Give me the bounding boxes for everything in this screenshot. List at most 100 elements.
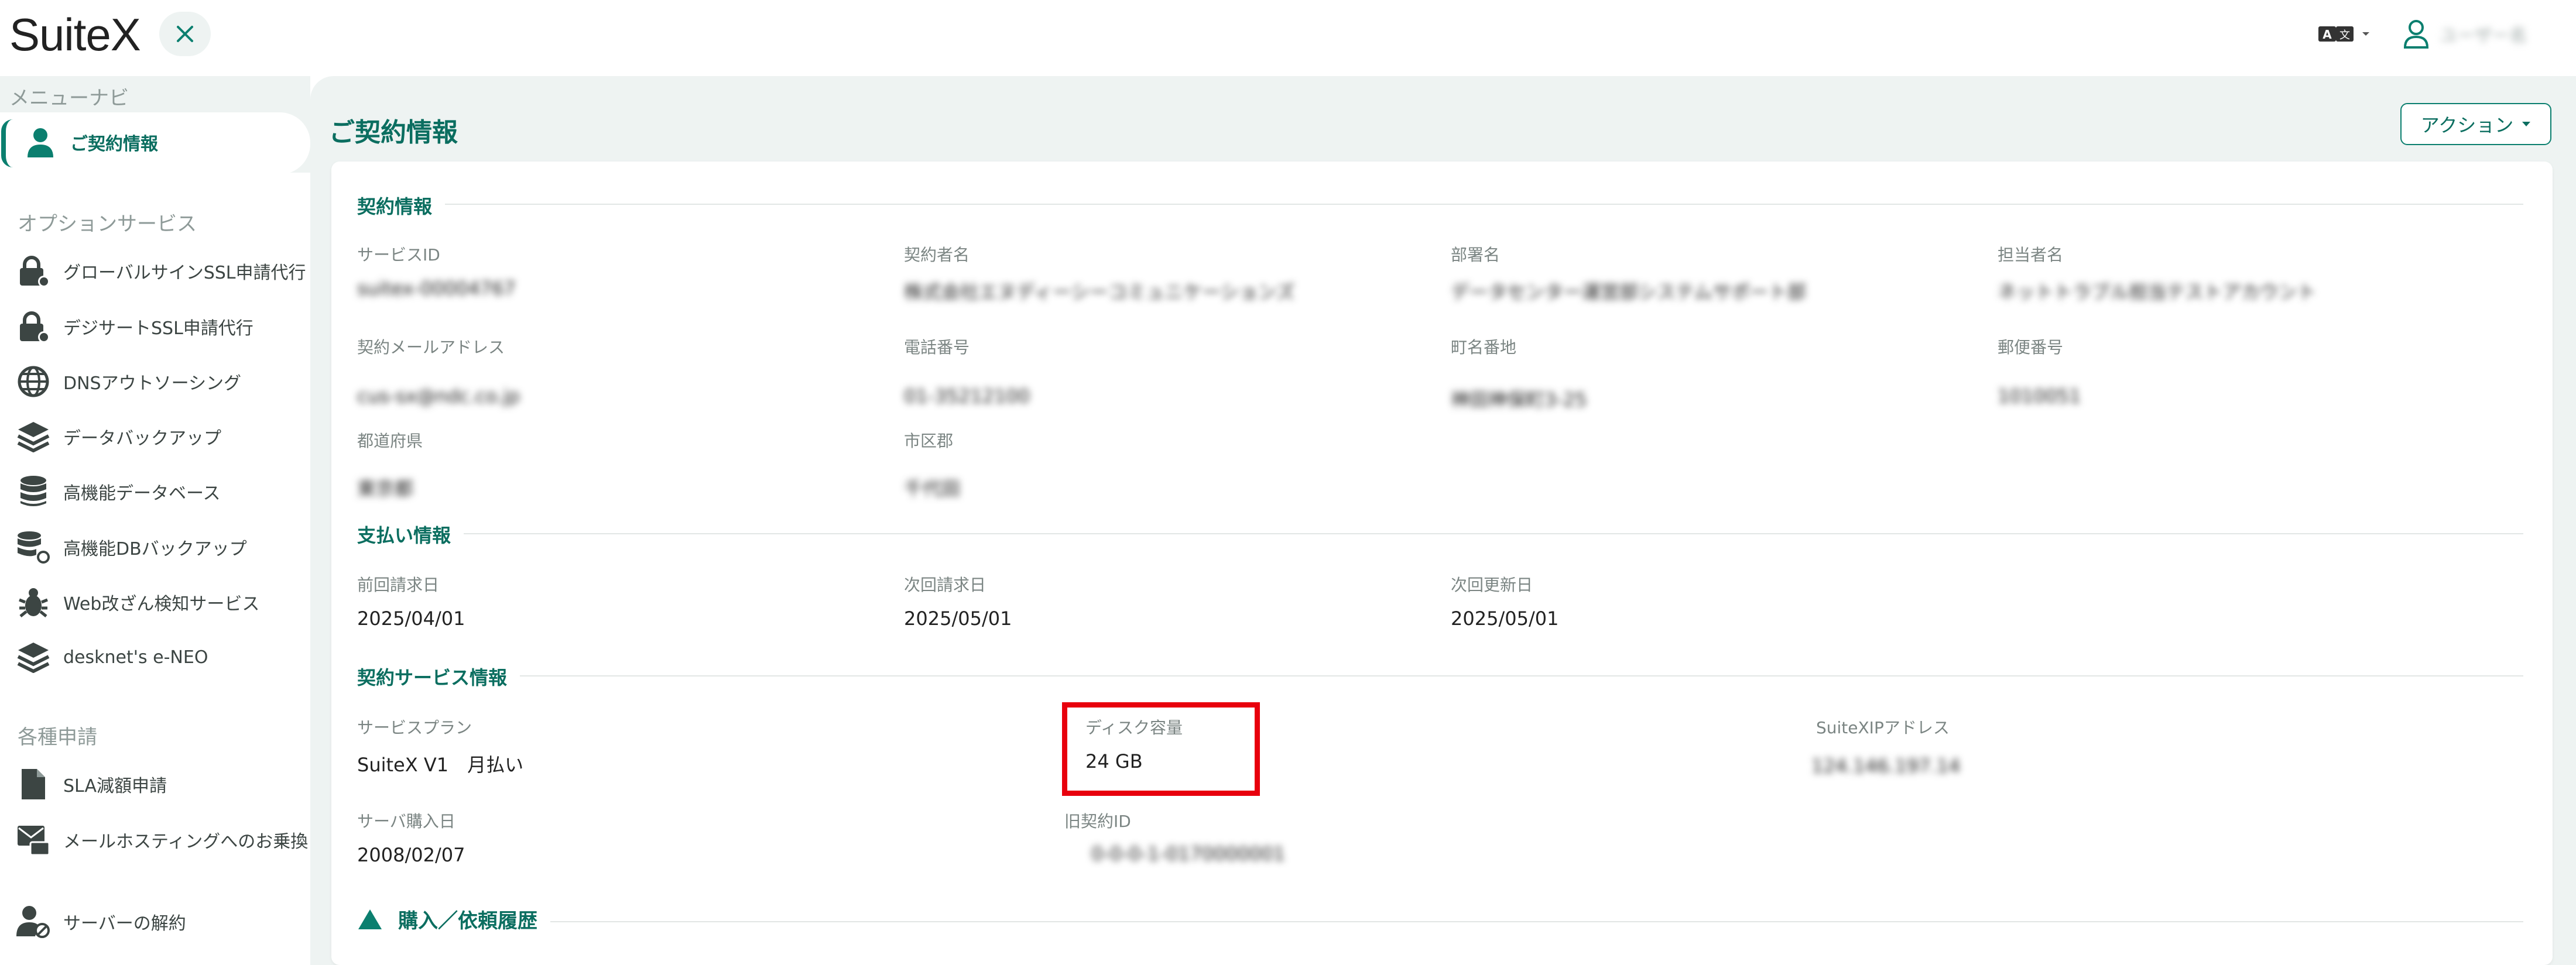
action-dropdown-button[interactable]: アクション	[2400, 103, 2551, 145]
person-in-charge-value: ネットトラブル担当テストアカウント	[1998, 281, 2317, 303]
city-value: 千代田	[904, 478, 961, 500]
page-title: ご契約情報	[329, 118, 458, 147]
sidebar-item-label: SLA減額申請	[63, 776, 167, 796]
sidebar-item-label: グローバルサインSSL申請代行	[63, 263, 306, 283]
caret-down-icon	[2522, 122, 2531, 126]
section-divider	[357, 675, 2523, 676]
sidebar-item-data-backup[interactable]: データバックアップ	[16, 416, 309, 457]
payment-info-title: 支払い情報	[357, 521, 464, 548]
top-header: SuiteX A 文 ユーザー名	[0, 0, 2576, 76]
sidebar-item-desknets[interactable]: desknet's e-NEO	[16, 637, 309, 678]
sidebar: メニューナビ ご契約情報 オプションサービス グローバルサインSSL申請代行 デ…	[0, 76, 310, 965]
postal-code-value: 1010051	[1998, 385, 2081, 407]
next-renewal-date: 2025/05/01	[1451, 607, 1559, 630]
close-menu-button[interactable]	[159, 12, 211, 56]
caret-down-icon	[2362, 32, 2369, 36]
section-divider	[357, 921, 2523, 922]
service-info-title: 契約サービス情報	[357, 663, 520, 690]
sidebar-item-mail-transfer[interactable]: メールホスティングへのお乗換	[16, 819, 309, 860]
history-label: 購入／依頼履歴	[398, 909, 537, 933]
email-value: cus-sx@ndc.co.jp	[357, 385, 520, 407]
applications-heading: 各種申請	[18, 726, 97, 749]
field-label: サービスプラン	[357, 718, 472, 737]
user-icon	[2403, 20, 2429, 49]
next-billing-date: 2025/05/01	[904, 607, 1012, 630]
file-icon	[16, 767, 50, 801]
sidebar-item-digicert-ssl[interactable]: デジサートSSL申請代行	[16, 306, 309, 347]
lock-gear-icon	[16, 310, 50, 344]
sidebar-item-label: データバックアップ	[63, 428, 221, 449]
sidebar-item-label: メールホスティングへのお乗換	[63, 832, 309, 852]
sidebar-item-web-tamper[interactable]: Web改ざん検知サービス	[16, 582, 309, 623]
purchase-history-toggle[interactable]: 購入／依頼履歴	[357, 905, 550, 933]
sidebar-item-contract-info[interactable]: ご契約情報	[23, 122, 316, 163]
contract-info-title: 契約情報	[357, 192, 446, 219]
disk-capacity-highlight	[1062, 702, 1260, 796]
field-label: 部署名	[1451, 245, 1501, 265]
sidebar-item-server-cancel[interactable]: サーバーの解約	[16, 901, 309, 942]
user-icon	[23, 125, 57, 159]
svg-text:A: A	[2322, 28, 2332, 42]
field-label: SuiteXIPアドレス	[1816, 718, 1950, 737]
translate-icon: A 文	[2318, 26, 2354, 42]
user-cancel-icon	[16, 905, 50, 939]
field-label: 都道府県	[357, 431, 423, 451]
prefecture-value: 東京都	[357, 478, 414, 500]
service-id-value: suitex-00004767	[357, 277, 516, 300]
sidebar-item-label: DNSアウトソーシング	[63, 373, 241, 394]
field-label: 電話番号	[904, 338, 970, 357]
layers-icon	[16, 640, 50, 674]
mail-transfer-icon	[16, 823, 50, 857]
language-switch-button[interactable]: A 文	[2318, 22, 2370, 46]
sidebar-item-globalsign-ssl[interactable]: グローバルサインSSL申請代行	[16, 250, 309, 291]
old-contract-id-value: 0-0-0-1-0170000001	[1091, 843, 1286, 865]
sidebar-item-label: 高機能DBバックアップ	[63, 539, 247, 559]
bug-icon	[16, 585, 50, 619]
svg-text:文: 文	[2339, 29, 2350, 42]
sidebar-item-sla[interactable]: SLA減額申請	[16, 764, 309, 805]
triangle-up-icon	[358, 909, 382, 929]
field-label: サービスID	[357, 245, 440, 265]
field-label: サーバ購入日	[357, 812, 455, 831]
field-label: 契約者名	[904, 245, 970, 265]
sidebar-item-label: サーバーの解約	[63, 914, 186, 934]
menu-heading: メニューナビ	[9, 87, 129, 110]
field-label: 前回請求日	[357, 575, 440, 595]
sidebar-item-label: Web改ざん検知サービス	[63, 594, 260, 614]
service-plan-value: SuiteX V1 月払い	[357, 754, 524, 776]
field-label: 次回更新日	[1451, 575, 1533, 595]
sidebar-item-database[interactable]: 高機能データベース	[16, 471, 309, 512]
lock-gear-icon	[16, 254, 50, 288]
section-divider	[357, 533, 2523, 534]
ip-address-value: 124.146.197.14	[1811, 755, 1961, 777]
phone-value: 01-35212100	[904, 385, 1030, 407]
department-value: データセンター運営部システムサポート部	[1451, 281, 1807, 303]
field-label: 町名番地	[1451, 338, 1517, 357]
app-logo[interactable]: SuiteX	[9, 8, 141, 61]
field-label: 旧契約ID	[1064, 812, 1131, 831]
field-label: 市区郡	[904, 431, 954, 451]
database-refresh-icon	[16, 530, 50, 564]
field-label: 契約メールアドレス	[357, 338, 505, 357]
options-heading: オプションサービス	[18, 212, 197, 236]
sidebar-item-label: desknet's e-NEO	[63, 647, 208, 668]
user-menu-button[interactable]: ユーザー名	[2403, 16, 2527, 51]
sidebar-item-dns[interactable]: DNSアウトソーシング	[16, 361, 309, 402]
database-icon	[16, 475, 50, 509]
sidebar-item-label: 高機能データベース	[63, 483, 221, 504]
server-purchase-date: 2008/02/07	[357, 844, 465, 866]
street-value: 神田神保町3-25	[1451, 389, 1587, 411]
action-label: アクション	[2420, 114, 2514, 136]
user-name: ユーザー名	[2440, 26, 2527, 46]
field-label: 次回請求日	[904, 575, 986, 595]
close-icon	[177, 26, 193, 42]
field-label: 担当者名	[1998, 245, 2064, 265]
layers-icon	[16, 420, 50, 454]
contractor-name-value: 株式会社エヌディーシーコミュニケーションズ	[904, 281, 1295, 303]
last-billing-date: 2025/04/01	[357, 607, 465, 630]
section-divider	[357, 204, 2523, 205]
sidebar-item-db-backup[interactable]: 高機能DBバックアップ	[16, 527, 309, 568]
sidebar-item-label: デジサートSSL申請代行	[63, 318, 254, 339]
sidebar-item-label: ご契約情報	[70, 134, 158, 154]
globe-icon	[16, 365, 50, 399]
